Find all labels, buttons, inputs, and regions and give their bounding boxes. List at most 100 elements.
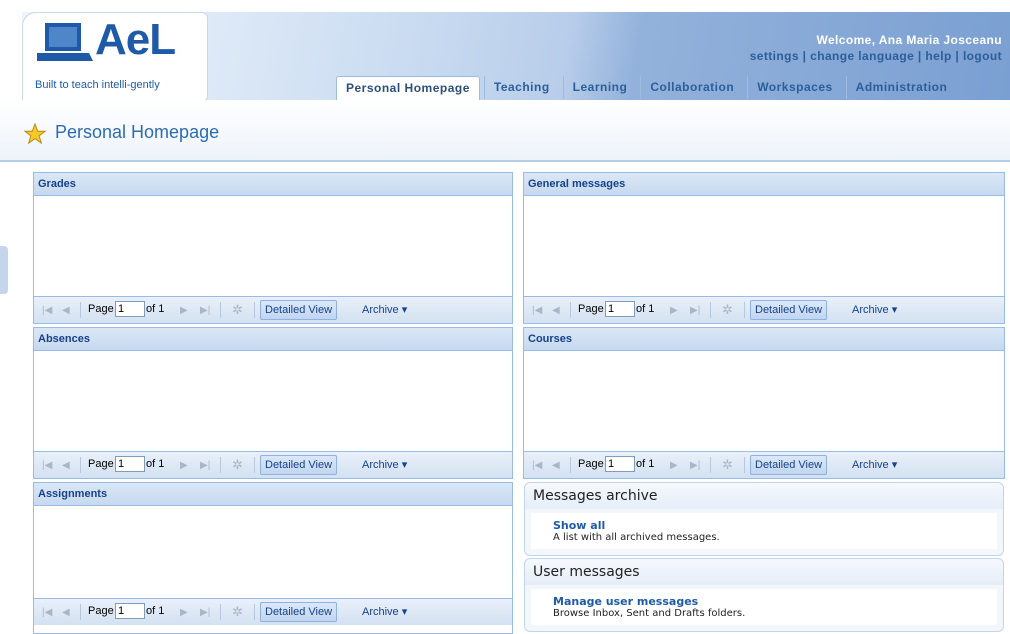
link-separator: |: [798, 49, 811, 63]
last-page-icon[interactable]: ▶|: [200, 460, 210, 471]
page-count: of 1: [146, 458, 165, 470]
next-page-icon[interactable]: ▶: [180, 460, 188, 471]
page-input[interactable]: [115, 603, 145, 619]
separator: [744, 302, 745, 318]
separator: [744, 457, 745, 473]
page-input[interactable]: [605, 456, 635, 472]
next-page-icon[interactable]: ▶: [180, 305, 188, 316]
tab-learning[interactable]: Learning: [562, 76, 637, 99]
prev-page-icon[interactable]: ◀: [62, 305, 70, 316]
archive-menu-button[interactable]: Archive ▾: [362, 458, 407, 471]
tab-workspaces[interactable]: Workspaces: [747, 76, 841, 99]
laptop-logo-icon: [37, 23, 93, 61]
separator: [80, 604, 81, 620]
change-language-link[interactable]: change language: [810, 49, 914, 63]
first-page-icon[interactable]: |◀: [532, 460, 542, 471]
messages-archive-body: Show all A list with all archived messag…: [531, 513, 997, 549]
separator: [220, 457, 221, 473]
refresh-icon[interactable]: ✲: [232, 302, 243, 318]
first-page-icon[interactable]: |◀: [42, 460, 52, 471]
logo[interactable]: AeL Built to teach intelli-gently: [22, 12, 208, 102]
page-title: Personal Homepage: [55, 122, 220, 142]
page-label: Page: [88, 303, 114, 315]
detailed-view-button[interactable]: Detailed View: [750, 300, 828, 320]
first-page-icon[interactable]: |◀: [42, 305, 52, 316]
tab-administration[interactable]: Administration: [845, 76, 957, 99]
panel-title: Absences: [34, 328, 512, 351]
refresh-icon[interactable]: ✲: [722, 302, 733, 318]
page-title-bar: Personal Homepage: [0, 100, 1010, 162]
refresh-icon[interactable]: ✲: [232, 457, 243, 473]
assignments-panel: Assignments |◀ ◀ Page of 1 ▶ ▶| ✲ Detail…: [33, 482, 513, 634]
next-page-icon[interactable]: ▶: [670, 305, 678, 316]
help-link[interactable]: help: [925, 49, 951, 63]
separator: [254, 302, 255, 318]
prev-page-icon[interactable]: ◀: [62, 460, 70, 471]
tagline: Built to teach intelli-gently: [35, 79, 160, 91]
last-page-icon[interactable]: ▶|: [200, 607, 210, 618]
prev-page-icon[interactable]: ◀: [552, 305, 560, 316]
paging-toolbar: |◀ ◀ Page of 1 ▶ ▶| ✲ Detailed View Arch…: [524, 451, 1004, 478]
page-input[interactable]: [115, 456, 145, 472]
page-label: Page: [578, 458, 604, 470]
star-icon: [24, 123, 46, 145]
separator: [254, 457, 255, 473]
show-all-link[interactable]: Show all: [553, 519, 997, 532]
first-page-icon[interactable]: |◀: [42, 607, 52, 618]
archive-menu-button[interactable]: Archive ▾: [852, 458, 897, 471]
prev-page-icon[interactable]: ◀: [552, 460, 560, 471]
first-page-icon[interactable]: |◀: [532, 305, 542, 316]
link-separator: |: [914, 49, 926, 63]
general-messages-panel: General messages |◀ ◀ Page of 1 ▶ ▶| ✲ D…: [523, 172, 1005, 324]
last-page-icon[interactable]: ▶|: [200, 305, 210, 316]
panel-title: Assignments: [34, 483, 512, 506]
logout-link[interactable]: logout: [963, 49, 1002, 63]
side-handle: [0, 246, 8, 294]
absences-panel: Absences |◀ ◀ Page of 1 ▶ ▶| ✲ Detailed …: [33, 327, 513, 479]
archive-menu-button[interactable]: Archive ▾: [362, 605, 407, 618]
settings-link[interactable]: settings: [750, 49, 799, 63]
refresh-icon[interactable]: ✲: [722, 457, 733, 473]
last-page-icon[interactable]: ▶|: [690, 305, 700, 316]
separator: [254, 604, 255, 620]
page-count: of 1: [636, 303, 655, 315]
main-tabs: Personal Homepage Teaching Learning Coll…: [336, 76, 957, 101]
detailed-view-button[interactable]: Detailed View: [260, 455, 338, 475]
page-input[interactable]: [115, 301, 145, 317]
separator: [220, 302, 221, 318]
user-messages-box: User messages Manage user messages Brows…: [524, 558, 1004, 632]
panel-title: General messages: [524, 173, 1004, 196]
messages-archive-title: Messages archive: [525, 483, 1003, 509]
archive-menu-button[interactable]: Archive ▾: [362, 303, 407, 316]
detailed-view-button[interactable]: Detailed View: [260, 300, 338, 320]
manage-user-messages-link[interactable]: Manage user messages: [553, 595, 997, 608]
page-input[interactable]: [605, 301, 635, 317]
separator: [570, 302, 571, 318]
show-all-description: A list with all archived messages.: [553, 532, 720, 543]
detailed-view-button[interactable]: Detailed View: [750, 455, 828, 475]
separator: [710, 457, 711, 473]
page-count: of 1: [146, 605, 165, 617]
next-page-icon[interactable]: ▶: [180, 607, 188, 618]
tab-collaboration[interactable]: Collaboration: [640, 76, 743, 99]
detailed-view-button[interactable]: Detailed View: [260, 602, 338, 622]
archive-menu-button[interactable]: Archive ▾: [852, 303, 897, 316]
manage-user-messages-description: Browse Inbox, Sent and Drafts folders.: [553, 608, 746, 619]
page-count: of 1: [636, 458, 655, 470]
paging-toolbar: |◀ ◀ Page of 1 ▶ ▶| ✲ Detailed View Arch…: [34, 598, 512, 625]
panel-title: Courses: [524, 328, 1004, 351]
left-edge: [0, 0, 22, 624]
grades-panel: Grades |◀ ◀ Page of 1 ▶ ▶| ✲ Detailed Vi…: [33, 172, 513, 324]
welcome-text: Welcome, Ana Maria Josceanu: [816, 33, 1002, 47]
separator: [220, 604, 221, 620]
tab-personal-homepage[interactable]: Personal Homepage: [336, 76, 480, 101]
last-page-icon[interactable]: ▶|: [690, 460, 700, 471]
next-page-icon[interactable]: ▶: [670, 460, 678, 471]
separator: [80, 457, 81, 473]
user-messages-body: Manage user messages Browse Inbox, Sent …: [531, 589, 997, 625]
page-count: of 1: [146, 303, 165, 315]
refresh-icon[interactable]: ✲: [232, 604, 243, 620]
prev-page-icon[interactable]: ◀: [62, 607, 70, 618]
user-messages-title: User messages: [525, 559, 1003, 585]
tab-teaching[interactable]: Teaching: [483, 76, 559, 99]
